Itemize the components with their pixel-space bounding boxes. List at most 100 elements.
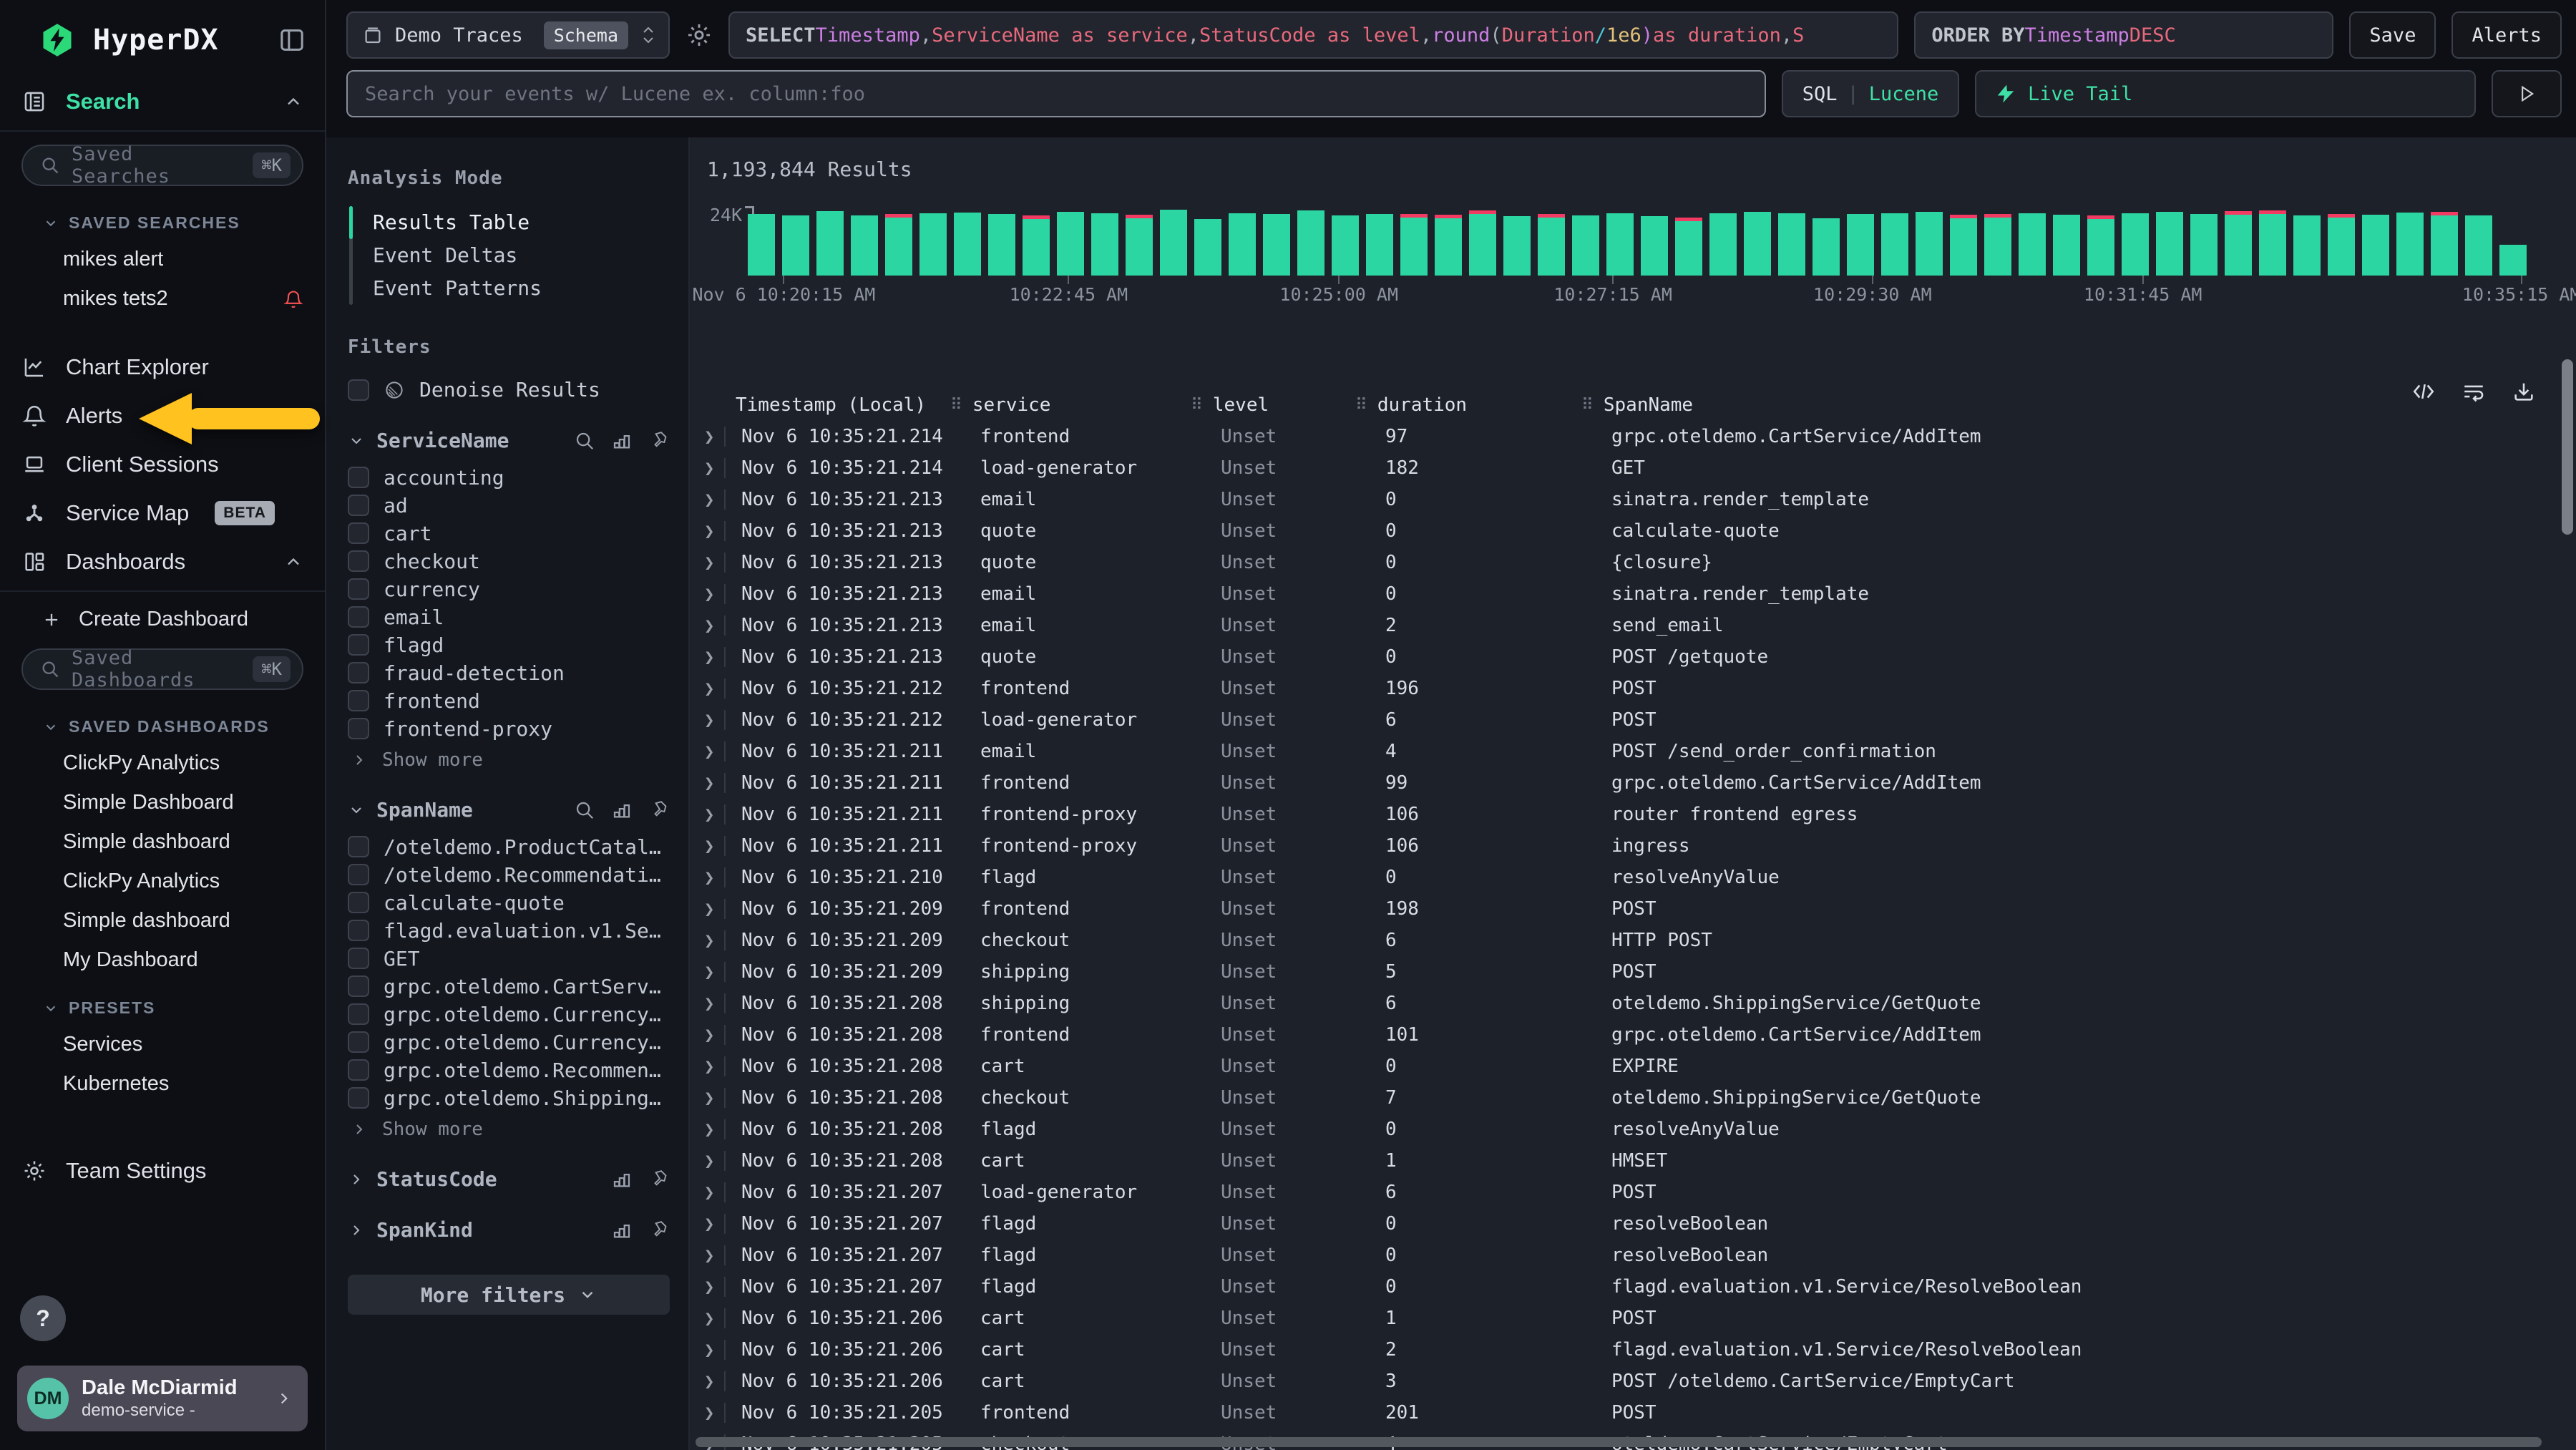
chevron-right-icon[interactable]: ❯ — [704, 615, 714, 636]
checkbox[interactable] — [348, 634, 369, 656]
pin-icon[interactable] — [648, 799, 670, 821]
histogram-bar[interactable] — [2328, 214, 2355, 276]
saved-searches-input[interactable]: Saved Searches ⌘K — [21, 145, 303, 186]
chevron-right-icon[interactable]: ❯ — [704, 1119, 714, 1139]
row-expand-cell[interactable]: ❯ — [690, 1151, 736, 1171]
histogram-bar[interactable] — [782, 215, 809, 276]
run-query-button[interactable] — [2492, 70, 2562, 117]
chevron-right-icon[interactable]: ❯ — [704, 1056, 714, 1076]
saved-dashboard-item[interactable]: ClickPy Analytics — [0, 744, 325, 783]
pin-icon[interactable] — [648, 430, 670, 452]
histogram-bar[interactable] — [1435, 215, 1462, 276]
chevron-right-icon[interactable]: ❯ — [704, 553, 714, 573]
histogram-bar[interactable] — [1916, 212, 1943, 276]
row-expand-cell[interactable]: ❯ — [690, 962, 736, 982]
histogram-bar[interactable] — [1813, 218, 1840, 276]
schema-badge[interactable]: Schema — [544, 21, 628, 49]
histogram-bar[interactable] — [2190, 214, 2218, 276]
row-expand-cell[interactable]: ❯ — [690, 1025, 736, 1045]
bar-chart-icon[interactable] — [611, 1220, 633, 1241]
histogram-bar[interactable] — [1160, 210, 1187, 276]
saved-dashboard-item[interactable]: My Dashboard — [0, 940, 325, 980]
histogram-bar[interactable] — [1126, 215, 1153, 276]
saved-dashboard-item[interactable]: Simple Dashboard — [0, 783, 325, 822]
filter-checkbox-item[interactable]: ad — [348, 495, 670, 516]
table-row[interactable]: ❯Nov 6 10:35:21.211 AMemailUnset4POST /s… — [690, 736, 2550, 767]
chevron-right-icon[interactable]: ❯ — [704, 678, 714, 699]
chevron-up-icon[interactable] — [283, 92, 303, 112]
checkbox[interactable] — [348, 975, 369, 997]
lucene-mode-label[interactable]: Lucene — [1869, 83, 1939, 105]
chevron-right-icon[interactable]: ❯ — [704, 1245, 714, 1265]
row-expand-cell[interactable]: ❯ — [690, 804, 736, 824]
histogram-bar[interactable] — [2053, 215, 2080, 276]
table-row[interactable]: ❯Nov 6 10:35:21.207 AMflagdUnset0resolve… — [690, 1208, 2550, 1240]
row-expand-cell[interactable]: ❯ — [690, 1245, 736, 1265]
histogram-bar[interactable] — [1366, 214, 1393, 276]
table-row[interactable]: ❯Nov 6 10:35:21.207 AMflagdUnset0flagd.e… — [690, 1271, 2550, 1303]
filter-checkbox-item[interactable]: frontend-proxy — [348, 718, 670, 739]
chevron-right-icon[interactable] — [348, 1222, 365, 1239]
column-grip-icon[interactable]: ⠿ — [1581, 396, 1594, 414]
filter-checkbox-item[interactable]: grpc.oteldemo.CurrencyS… — [348, 1031, 670, 1053]
chevron-right-icon[interactable]: ❯ — [704, 867, 714, 887]
search-icon[interactable] — [574, 799, 595, 821]
column-header-service[interactable]: ⠿service — [950, 394, 1191, 416]
table-row[interactable]: ❯Nov 6 10:35:21.207 AMload-generatorUnse… — [690, 1177, 2550, 1208]
filter-group-header[interactable]: SpanKind — [348, 1218, 670, 1242]
filter-group-header[interactable]: SpanName — [348, 798, 670, 822]
checkbox[interactable] — [348, 1059, 369, 1081]
row-expand-cell[interactable]: ❯ — [690, 899, 736, 919]
filter-checkbox-item[interactable]: cart — [348, 522, 670, 544]
table-row[interactable]: ❯Nov 6 10:35:21.208 AMshippingUnset6otel… — [690, 988, 2550, 1019]
row-expand-cell[interactable]: ❯ — [690, 647, 736, 667]
row-expand-cell[interactable]: ❯ — [690, 1182, 736, 1202]
search-input[interactable]: Search your events w/ Lucene ex. column:… — [346, 70, 1766, 117]
table-row[interactable]: ❯Nov 6 10:35:21.208 AMcartUnset1HMSET — [690, 1145, 2550, 1177]
table-row[interactable]: ❯Nov 6 10:35:21.208 AMfrontendUnset101gr… — [690, 1019, 2550, 1051]
sidebar-item-client-sessions[interactable]: Client Sessions — [0, 440, 325, 489]
row-expand-cell[interactable]: ❯ — [690, 1119, 736, 1139]
filter-checkbox-item[interactable]: grpc.oteldemo.Recommend… — [348, 1059, 670, 1081]
row-expand-cell[interactable]: ❯ — [690, 521, 736, 541]
table-row[interactable]: ❯Nov 6 10:35:21.209 AMshippingUnset5POST — [690, 956, 2550, 988]
filter-checkbox-item[interactable]: flagd — [348, 634, 670, 656]
row-expand-cell[interactable]: ❯ — [690, 993, 736, 1013]
sql-mode-label[interactable]: SQL — [1802, 83, 1838, 105]
histogram-bar[interactable] — [1606, 213, 1634, 276]
chevron-right-icon[interactable]: ❯ — [704, 458, 714, 478]
table-row[interactable]: ❯Nov 6 10:35:21.213 AMquoteUnset0POST /g… — [690, 641, 2550, 673]
table-row[interactable]: ❯Nov 6 10:35:21.208 AMcartUnset0EXPIRE — [690, 1051, 2550, 1082]
filter-group-header[interactable]: StatusCode — [348, 1167, 670, 1191]
table-row[interactable]: ❯Nov 6 10:35:21.213 AMquoteUnset0{closur… — [690, 547, 2550, 578]
checkbox[interactable] — [348, 606, 369, 628]
table-row[interactable]: ❯Nov 6 10:35:21.209 AMfrontendUnset198PO… — [690, 893, 2550, 925]
table-row[interactable]: ❯Nov 6 10:35:21.206 AMcartUnset2flagd.ev… — [690, 1334, 2550, 1366]
chevron-down-icon[interactable] — [348, 802, 365, 819]
row-expand-cell[interactable]: ❯ — [690, 741, 736, 762]
chevron-right-icon[interactable]: ❯ — [704, 521, 714, 541]
denoise-checkbox[interactable] — [348, 379, 369, 401]
filter-checkbox-item[interactable]: flagd.evaluation.v1.Ser… — [348, 920, 670, 941]
column-header-duration[interactable]: ⠿duration — [1355, 394, 1581, 416]
row-expand-cell[interactable]: ❯ — [690, 678, 736, 699]
sidebar-item-team-settings[interactable]: Team Settings — [0, 1147, 325, 1195]
histogram-bar[interactable] — [1950, 215, 1977, 276]
table-row[interactable]: ❯Nov 6 10:35:21.213 AMemailUnset0sinatra… — [690, 578, 2550, 610]
table-row[interactable]: ❯Nov 6 10:35:21.213 AMquoteUnset0calcula… — [690, 515, 2550, 547]
filter-checkbox-item[interactable]: /oteldemo.ProductCatalo… — [348, 836, 670, 857]
histogram-bar[interactable] — [1400, 214, 1428, 276]
filter-checkbox-item[interactable]: checkout — [348, 550, 670, 572]
histogram-bar[interactable] — [1297, 210, 1324, 276]
histogram-bar[interactable] — [2019, 213, 2046, 276]
chevron-right-icon[interactable]: ❯ — [704, 993, 714, 1013]
column-grip-icon[interactable]: ⠿ — [1355, 396, 1367, 414]
sidebar-item-dashboards[interactable]: Dashboards — [0, 537, 325, 586]
checkbox[interactable] — [348, 690, 369, 711]
table-row[interactable]: ❯Nov 6 10:35:21.214 AMfrontendUnset97grp… — [690, 421, 2550, 452]
histogram-bar[interactable] — [2362, 215, 2389, 276]
row-expand-cell[interactable]: ❯ — [690, 1214, 736, 1234]
saved-searches-section[interactable]: SAVED SEARCHES — [0, 195, 325, 240]
histogram-bar[interactable] — [2465, 215, 2492, 276]
histogram-bar[interactable] — [1572, 215, 1599, 276]
